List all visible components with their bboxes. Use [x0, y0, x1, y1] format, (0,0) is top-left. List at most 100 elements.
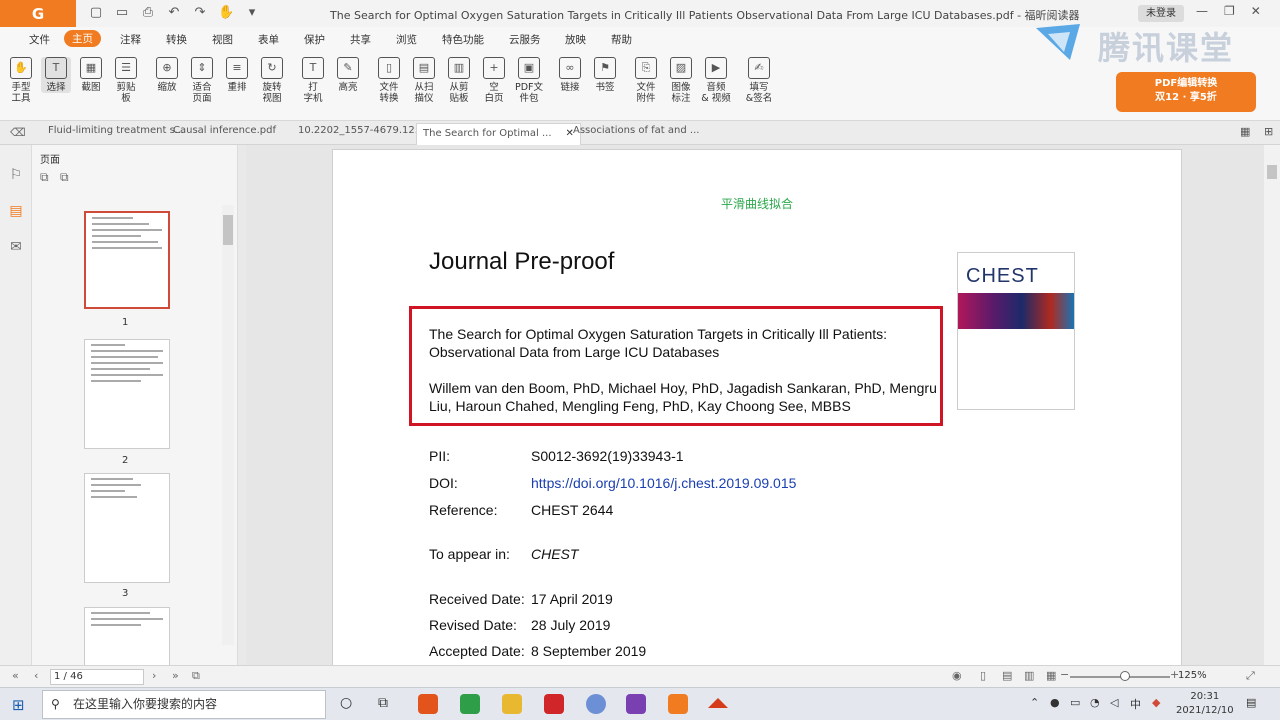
document-scroll-thumb[interactable] — [1267, 165, 1277, 179]
windows-start-icon[interactable]: ⊞ — [12, 696, 25, 714]
clipboard-button[interactable]: ☰ 剪贴板 — [111, 57, 141, 104]
link-button[interactable]: ∞ 链接 — [555, 57, 585, 93]
menu-protect[interactable]: 保护 — [304, 32, 325, 47]
doi-link[interactable]: https://doi.org/10.1016/j.chest.2019.09.… — [531, 475, 796, 491]
tab-causal-inference[interactable]: Causal inference.pdf — [173, 125, 276, 136]
file-convert-button[interactable]: ▯ 文件 转换 — [374, 57, 404, 104]
volume-icon[interactable]: ◁ — [1110, 696, 1118, 709]
menu-file[interactable]: 文件 — [29, 32, 50, 47]
expand-icon[interactable]: ⊞ — [1264, 125, 1273, 138]
maximize-icon[interactable]: ❐ — [1224, 4, 1235, 18]
tab-associations[interactable]: Associations of fat and ... — [573, 125, 699, 136]
file-explorer-icon[interactable] — [502, 694, 522, 714]
facing-page-icon[interactable]: ▥ — [1024, 669, 1034, 682]
tab-fluid-limiting[interactable]: Fluid-limiting treatment s... — [48, 125, 184, 136]
menu-features[interactable]: 特色功能 — [442, 32, 484, 47]
page-options-icon[interactable]: ⧉ — [40, 170, 49, 185]
zoom-out-icon[interactable]: − — [1060, 668, 1069, 681]
zoom-slider-knob[interactable] — [1120, 671, 1130, 681]
taskbar-clock[interactable]: 20:31 2021/12/10 — [1176, 690, 1234, 718]
audio-video-button[interactable]: ▶ 音频 & 视频 — [701, 57, 731, 104]
r-app-icon[interactable] — [586, 694, 606, 714]
continuous-page-icon[interactable]: ▤ — [1002, 669, 1012, 682]
reflow-button[interactable]: ≡ 重排 — [222, 57, 252, 93]
page-thumbnail[interactable] — [84, 339, 170, 449]
page-thumbnail[interactable] — [84, 607, 170, 665]
page-thumbnail[interactable] — [84, 211, 170, 309]
menu-comment[interactable]: 注释 — [120, 32, 141, 47]
print-icon[interactable]: ⎙ — [140, 5, 156, 21]
tab-10-2202[interactable]: 10.2202_1557-4679.12... — [298, 125, 424, 136]
page-view-icon[interactable]: ⧉ — [192, 669, 200, 683]
save-icon[interactable]: ▭ — [114, 5, 130, 21]
hand-tool-icon[interactable]: ✋ — [218, 5, 234, 21]
page-thumbnail[interactable] — [84, 473, 170, 583]
first-page-icon[interactable]: « — [12, 669, 19, 682]
menu-view[interactable]: 视图 — [212, 32, 233, 47]
tab-the-search[interactable]: The Search for Optimal ... ✕ — [416, 123, 581, 145]
continuous-facing-icon[interactable]: ▦ — [1046, 669, 1056, 682]
taskbar-search-input[interactable]: ⚲ 在这里输入你要搜索的内容 — [42, 690, 326, 719]
menu-convert[interactable]: 转换 — [166, 32, 187, 47]
network-icon[interactable]: ◔ — [1090, 696, 1100, 709]
promo-banner[interactable]: PDF编辑转换 双12 · 享5折 — [1116, 72, 1256, 112]
fullscreen-icon[interactable]: ⤢ — [1246, 669, 1255, 683]
document-scrollbar[interactable] — [1264, 145, 1280, 665]
wps-icon[interactable] — [544, 694, 564, 714]
firefox-icon[interactable] — [418, 694, 438, 714]
page-number-input[interactable]: 1 / 46 — [50, 669, 144, 685]
from-clipboard-button[interactable]: ▥ 从剪 贴板 — [444, 57, 474, 104]
rotate-view-button[interactable]: ↻ 旋转 视图 — [257, 57, 287, 104]
reading-mode-icon[interactable]: ◉ — [952, 669, 962, 682]
from-scanner-button[interactable]: ▤ 从扫 描仪 — [409, 57, 439, 104]
typewriter-button[interactable]: T 打字机 — [298, 57, 328, 104]
pages-panel-icon[interactable]: ▤ — [8, 203, 24, 219]
document-viewer[interactable]: 平滑曲线拟合 Journal Pre-proof The Search for … — [246, 145, 1264, 665]
grid-view-icon[interactable]: ▦ — [1240, 125, 1250, 138]
highlight-button[interactable]: ✎ 高亮 — [333, 57, 363, 93]
open-icon[interactable]: ▢ — [88, 5, 104, 21]
menu-form[interactable]: 表单 — [258, 32, 279, 47]
pdf-portfolio-button[interactable]: ▣ PDF文 件包 — [514, 57, 544, 104]
screenshot-button[interactable]: ▦ 截图 — [76, 57, 106, 93]
translator-icon[interactable] — [626, 694, 646, 714]
menu-help[interactable]: 帮助 — [611, 32, 632, 47]
show-hidden-icons-icon[interactable]: ⌃ — [1030, 696, 1039, 709]
menu-browse[interactable]: 浏览 — [396, 32, 417, 47]
single-page-icon[interactable]: ▯ — [980, 669, 986, 682]
cortana-icon[interactable]: ○ — [340, 695, 352, 711]
panel-scroll-thumb[interactable] — [223, 215, 233, 245]
page-delete-icon[interactable]: ⧉ — [60, 170, 69, 185]
undo-icon[interactable]: ↶ — [166, 5, 182, 21]
zoom-level[interactable]: 125% — [1178, 670, 1207, 681]
microphone-icon[interactable]: ● — [1050, 696, 1060, 709]
image-annotation-button[interactable]: ▨ 图像 标注 — [666, 57, 696, 104]
file-attachment-button[interactable]: ⎘ 文件 附件 — [631, 57, 661, 104]
hand-tool-button[interactable]: ✋ 手型 工具 — [6, 57, 36, 104]
chrome-icon[interactable] — [460, 694, 480, 714]
redo-icon[interactable]: ↷ — [192, 5, 208, 21]
ime-icon[interactable]: 中 — [1130, 696, 1141, 712]
fill-sign-button[interactable]: ✍ 填写 &签名 — [744, 57, 774, 104]
zoom-slider[interactable] — [1070, 671, 1170, 681]
panel-scrollbar[interactable] — [222, 205, 234, 645]
foxit-reader-icon[interactable] — [668, 694, 688, 714]
minimize-icon[interactable]: — — [1196, 4, 1208, 18]
zoom-button[interactable]: ⊕ 缩放 — [152, 57, 182, 93]
eraser-icon[interactable]: ⌫ — [10, 126, 26, 139]
prev-page-icon[interactable]: ‹ — [34, 669, 38, 682]
acrobat-icon[interactable] — [708, 698, 728, 708]
comments-panel-icon[interactable]: ✉ — [8, 239, 24, 255]
customize-icon[interactable]: ▾ — [244, 5, 260, 21]
select-tool-button[interactable]: T 选择 — [41, 57, 71, 93]
menu-slideshow[interactable]: 放映 — [565, 32, 586, 47]
bookmark-panel-icon[interactable]: ⚐ — [8, 167, 24, 183]
task-view-icon[interactable]: ⧉ — [378, 695, 388, 711]
blank-page-button[interactable]: + 空白页 — [479, 57, 509, 104]
close-icon[interactable]: ✕ — [1251, 4, 1261, 18]
bookmark-button[interactable]: ⚑ 书签 — [590, 57, 620, 93]
next-page-icon[interactable]: › — [152, 669, 156, 682]
last-page-icon[interactable]: » — [172, 669, 179, 682]
notification-icon[interactable]: ▤ — [1246, 696, 1256, 709]
menu-share[interactable]: 共享 — [350, 32, 371, 47]
